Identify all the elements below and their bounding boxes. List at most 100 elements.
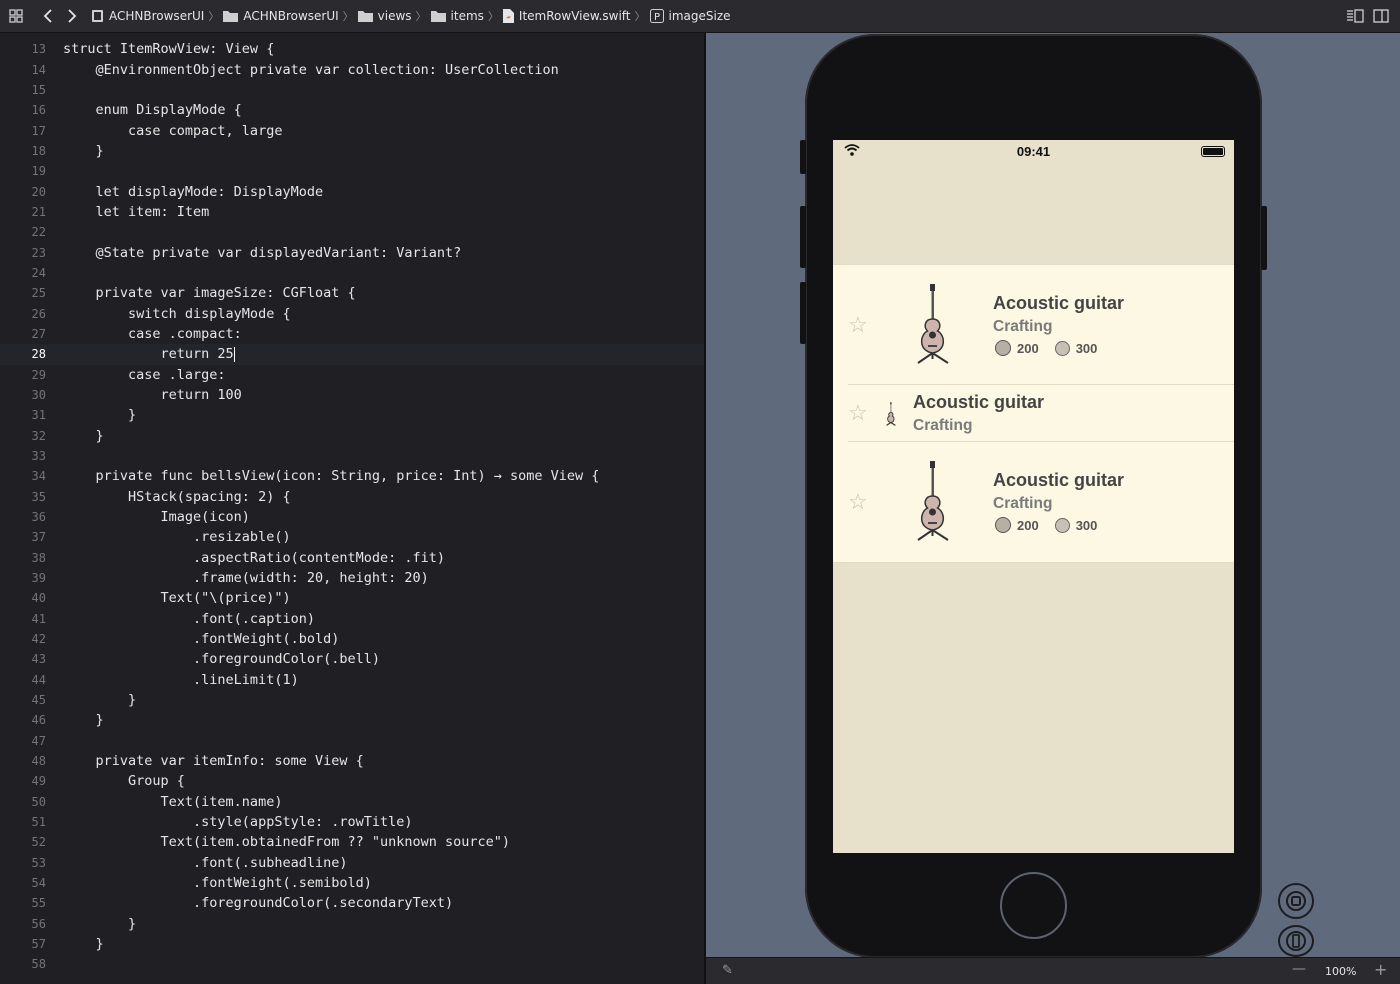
code-line[interactable]: 58 [0, 954, 704, 974]
item-row-large[interactable]: ☆ Acoustic guitar Crafting 200 300 [833, 442, 1234, 562]
code-line[interactable]: 49 Group { [0, 771, 704, 791]
code-line[interactable]: 35 HStack(spacing: 2) { [0, 487, 704, 507]
code-line[interactable]: 45 } [0, 690, 704, 710]
code-text: HStack(spacing: 2) { [63, 488, 291, 505]
code-text: .lineLimit(1) [63, 671, 299, 688]
home-button[interactable] [1000, 872, 1067, 939]
code-line[interactable]: 22 [0, 222, 704, 242]
item-row-large[interactable]: ☆ Acoustic guitar Crafting 200 300 [833, 265, 1234, 385]
editor-options-icon[interactable] [1344, 5, 1366, 27]
code-line[interactable]: 40 Text("\(price)") [0, 588, 704, 608]
breadcrumb-item-symbol[interactable]: P imageSize [649, 9, 731, 23]
item-title: Acoustic guitar [993, 470, 1125, 490]
code-line[interactable]: 30 return 100 [0, 385, 704, 405]
star-icon[interactable]: ☆ [848, 312, 868, 338]
bell-bag-icon [995, 340, 1011, 356]
code-line[interactable]: 42 .fontWeight(.bold) [0, 629, 704, 649]
breadcrumb-separator: 〉 [415, 10, 427, 23]
code-line[interactable]: 57 } [0, 934, 704, 954]
star-icon[interactable]: ☆ [848, 489, 868, 515]
line-number: 51 [31, 815, 46, 830]
mute-switch [800, 140, 806, 174]
star-icon[interactable]: ☆ [848, 400, 868, 426]
code-line[interactable]: 48 private var itemInfo: some View { [0, 751, 704, 771]
code-line[interactable]: 27 case .compact: [0, 324, 704, 344]
breadcrumb-separator: 〉 [208, 10, 220, 23]
forward-chevron-icon[interactable] [61, 5, 83, 27]
device-icon [1286, 931, 1306, 951]
source-editor[interactable]: 12 13 struct ItemRowView: View {14 @Enviro… [0, 33, 704, 984]
line-number: 17 [31, 123, 46, 138]
code-line[interactable]: 50 Text(item.name) [0, 792, 704, 812]
code-line[interactable]: 43 .foregroundColor(.bell) [0, 649, 704, 669]
live-preview-button[interactable] [1278, 883, 1314, 919]
line-number: 27 [31, 327, 46, 342]
line-number: 34 [31, 469, 46, 484]
price-row: 200 300 [995, 340, 1097, 356]
code-line[interactable]: 28 return 25 [0, 344, 704, 365]
folder-icon [223, 11, 239, 22]
pin-icon[interactable]: ✎ [722, 963, 733, 978]
code-line[interactable]: 53 .font(.subheadline) [0, 853, 704, 873]
status-bar: 09:41 [833, 140, 1234, 162]
acoustic-guitar-image [917, 284, 949, 364]
breadcrumb-item-file[interactable]: ItemRowView.swift [502, 9, 631, 23]
related-items-grid-icon[interactable] [5, 5, 27, 27]
code-line[interactable]: 13 struct ItemRowView: View { [0, 39, 704, 59]
line-number: 48 [31, 754, 46, 769]
item-title: Acoustic guitar [913, 392, 1045, 412]
code-text: Image(icon) [63, 509, 250, 526]
line-number: 19 [31, 164, 46, 179]
code-line[interactable]: 41 .font(.caption) [0, 609, 704, 629]
code-line[interactable]: 54 .fontWeight(.semibold) [0, 873, 704, 893]
code-line[interactable]: 20 let displayMode: DisplayMode [0, 182, 704, 202]
power-button [1261, 206, 1267, 270]
code-line[interactable]: 32 } [0, 426, 704, 446]
preview-on-device-button[interactable] [1278, 925, 1314, 957]
code-text: .font(.caption) [63, 610, 315, 627]
code-line[interactable]: 55 .foregroundColor(.secondaryText) [0, 893, 704, 913]
volume-down-button [800, 282, 806, 344]
code-line[interactable]: 17 case compact, large [0, 121, 704, 141]
code-line[interactable]: 18 } [0, 141, 704, 161]
add-editor-icon[interactable] [1370, 5, 1392, 27]
code-line[interactable]: 37 .resizable() [0, 527, 704, 547]
code-text: .frame(width: 20, height: 20) [63, 570, 429, 587]
code-line[interactable]: 15 [0, 80, 704, 100]
breadcrumb-item-project[interactable]: ACHNBrowserUI [91, 9, 204, 23]
code-line[interactable]: 46 } [0, 710, 704, 730]
code-line[interactable]: 36 Image(icon) [0, 507, 704, 527]
back-chevron-icon[interactable] [37, 5, 59, 27]
code-line[interactable]: 19 [0, 161, 704, 181]
code-line[interactable]: 51 .style(appStyle: .rowTitle) [0, 812, 704, 832]
line-number: 38 [31, 550, 46, 565]
code-line[interactable]: 23 @State private var displayedVariant: … [0, 243, 704, 263]
code-line[interactable]: 38 .aspectRatio(contentMode: .fit) [0, 548, 704, 568]
code-line[interactable]: 24 [0, 263, 704, 283]
zoom-level[interactable]: 100% [1325, 965, 1356, 978]
breadcrumb-item-items[interactable]: items [430, 9, 484, 23]
zoom-in-button[interactable]: + [1374, 960, 1387, 979]
editor-options [1344, 5, 1392, 27]
breadcrumb-item-folder[interactable]: ACHNBrowserUI [223, 9, 339, 23]
item-row-compact[interactable]: ☆ Acoustic guitar Crafting [833, 385, 1234, 442]
code-line[interactable]: 25 private var imageSize: CGFloat { [0, 283, 704, 303]
zoom-out-button[interactable]: — [1292, 961, 1306, 977]
code-line[interactable]: 14 @EnvironmentObject private var collec… [0, 60, 704, 80]
code-text: switch displayMode { [63, 305, 291, 322]
code-line[interactable]: 33 [0, 446, 704, 466]
code-line[interactable]: 31 } [0, 405, 704, 425]
code-line[interactable]: 21 let item: Item [0, 202, 704, 222]
code-line[interactable]: 16 enum DisplayMode { [0, 100, 704, 120]
code-line[interactable]: 56 } [0, 914, 704, 934]
breadcrumb-item-views[interactable]: views [357, 9, 412, 23]
code-line[interactable]: 44 .lineLimit(1) [0, 670, 704, 690]
code-text: .fontWeight(.bold) [63, 631, 340, 648]
code-line[interactable]: 29 case .large: [0, 365, 704, 385]
code-line[interactable]: 52 Text(item.obtainedFrom ?? "unknown so… [0, 832, 704, 852]
code-line[interactable]: 47 [0, 731, 704, 751]
code-line[interactable]: 34 private func bellsView(icon: String, … [0, 466, 704, 486]
code-text: } [63, 692, 137, 709]
code-line[interactable]: 39 .frame(width: 20, height: 20) [0, 568, 704, 588]
code-line[interactable]: 26 switch displayMode { [0, 304, 704, 324]
